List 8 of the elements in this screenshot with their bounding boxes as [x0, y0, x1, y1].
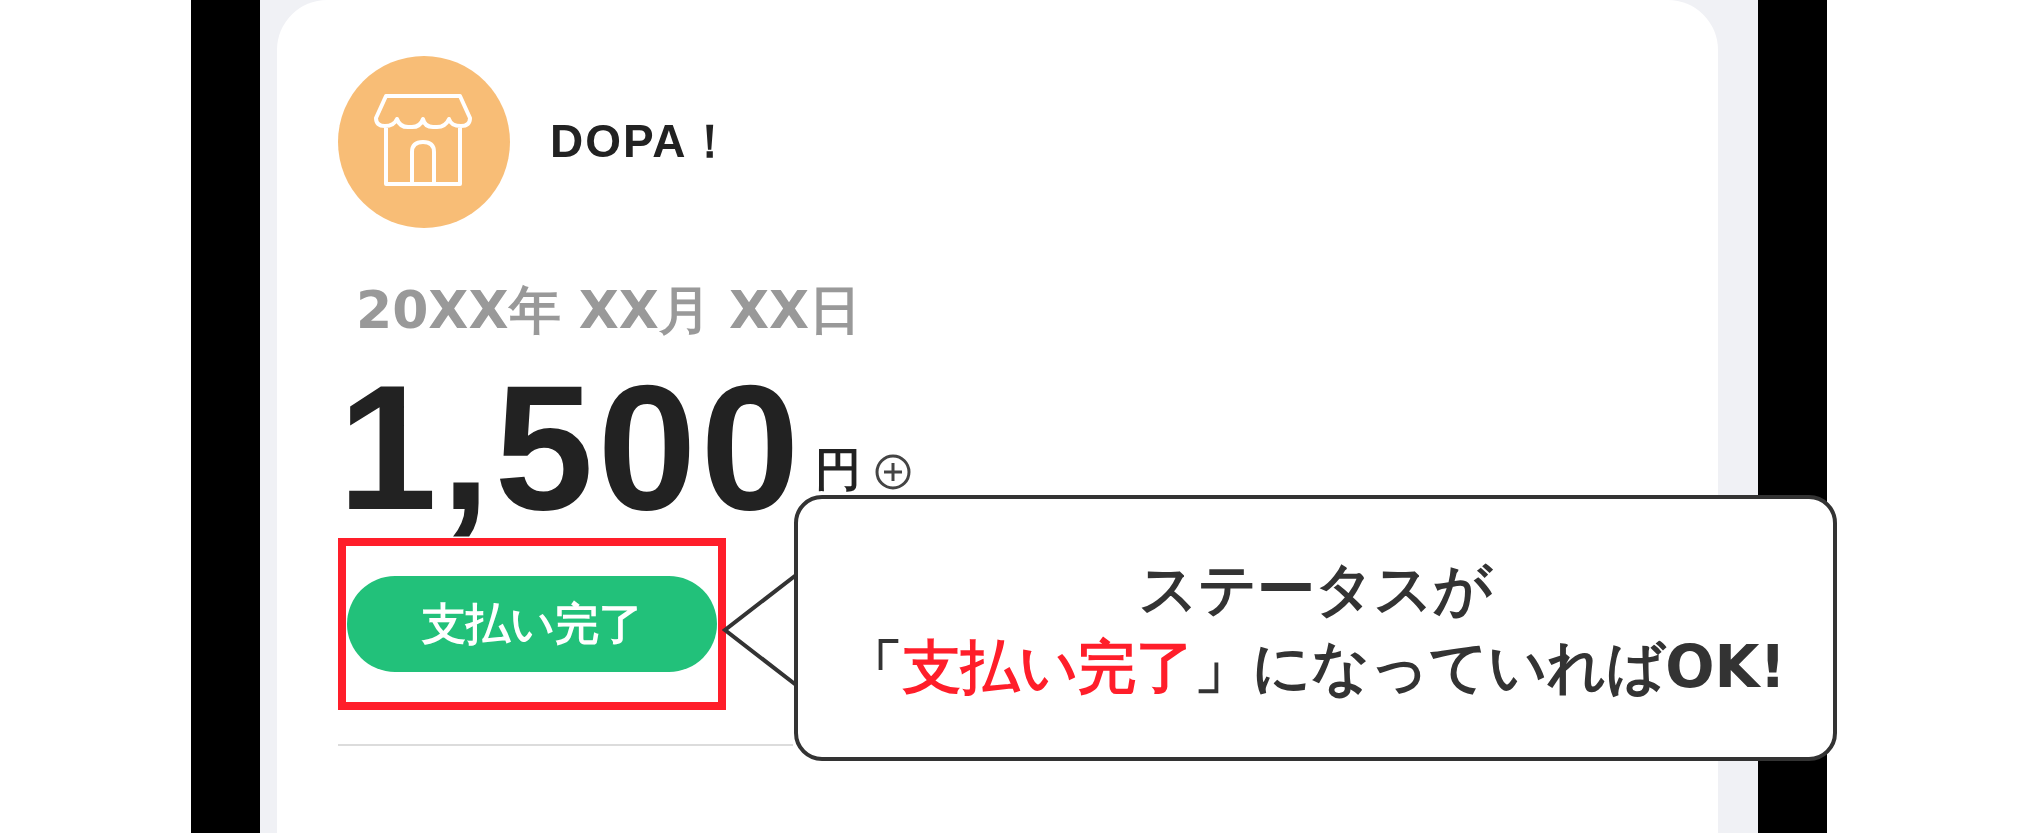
amount: 1,500 — [338, 358, 804, 538]
plus-circle-icon — [875, 454, 912, 490]
status-badge: 支払い完了 — [347, 576, 717, 672]
shop-name: DOPA！ — [550, 114, 736, 169]
callout-text: ステータスが 「支払い完了」になっていればOK! — [845, 553, 1786, 703]
currency: 円 — [815, 444, 862, 494]
shop-icon — [338, 56, 510, 228]
payment-date: 20XX年 XX月 XX日 — [356, 279, 863, 342]
